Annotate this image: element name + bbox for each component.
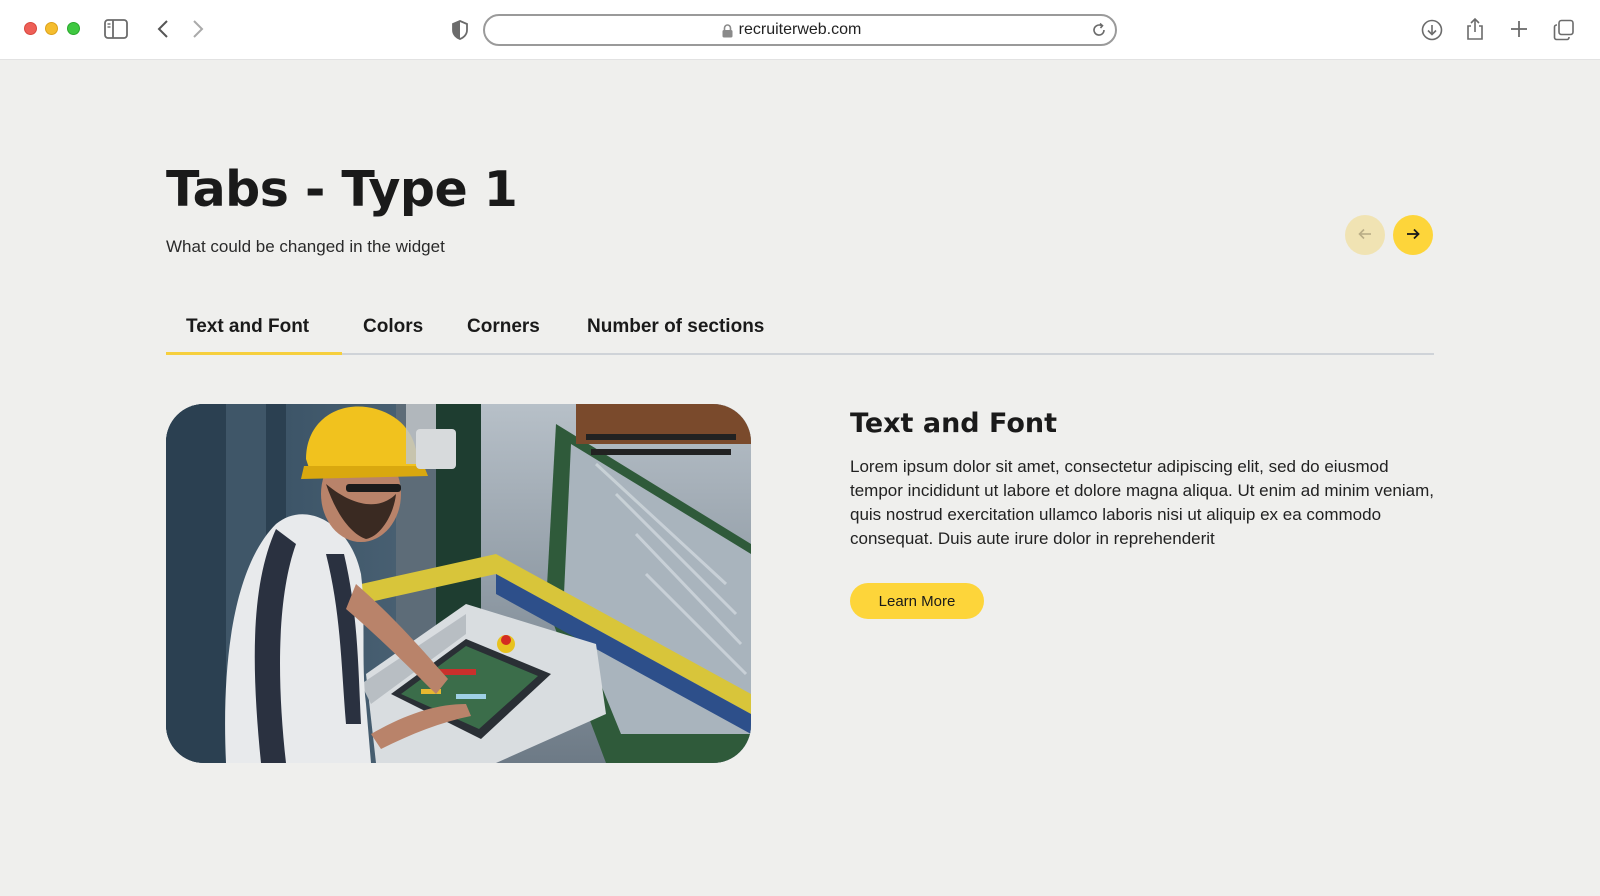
hero-photo	[166, 404, 751, 763]
address-bar[interactable]: recruiterweb.com	[483, 14, 1117, 46]
active-tab-indicator	[166, 352, 342, 355]
share-icon[interactable]	[1464, 16, 1486, 42]
tab-bar: Text and Font Colors Corners Number of s…	[166, 300, 1434, 355]
downloads-icon[interactable]	[1420, 18, 1444, 42]
content-body: Lorem ipsum dolor sit amet, consectetur …	[850, 457, 1434, 548]
page-subtitle: What could be changed in the widget	[166, 237, 445, 256]
arrow-right-icon	[1406, 228, 1420, 243]
back-icon[interactable]	[155, 19, 171, 39]
zoom-window-button[interactable]	[67, 22, 80, 35]
browser-toolbar: recruiterweb.com	[0, 0, 1600, 60]
close-window-button[interactable]	[24, 22, 37, 35]
url-text: recruiterweb.com	[738, 21, 862, 38]
reload-icon[interactable]	[1091, 22, 1107, 43]
sidebar-toggle-icon[interactable]	[104, 18, 128, 40]
forward-icon[interactable]	[190, 19, 206, 39]
learn-more-button[interactable]: Learn More	[850, 583, 984, 619]
privacy-shield-icon[interactable]	[450, 19, 470, 41]
tab-corners[interactable]: Corners	[467, 316, 540, 338]
tab-number-of-sections[interactable]: Number of sections	[587, 316, 764, 338]
tab-text-and-font[interactable]: Text and Font	[186, 316, 309, 338]
next-button[interactable]	[1393, 215, 1433, 255]
minimize-window-button[interactable]	[45, 22, 58, 35]
tab-overview-icon[interactable]	[1552, 18, 1576, 42]
arrow-left-icon	[1358, 228, 1372, 243]
previous-button[interactable]	[1345, 215, 1385, 255]
page-title: Tabs - Type 1	[166, 161, 518, 218]
content-heading: Text and Font	[850, 408, 1058, 439]
new-tab-icon[interactable]	[1508, 18, 1530, 40]
tab-colors[interactable]: Colors	[363, 316, 423, 338]
